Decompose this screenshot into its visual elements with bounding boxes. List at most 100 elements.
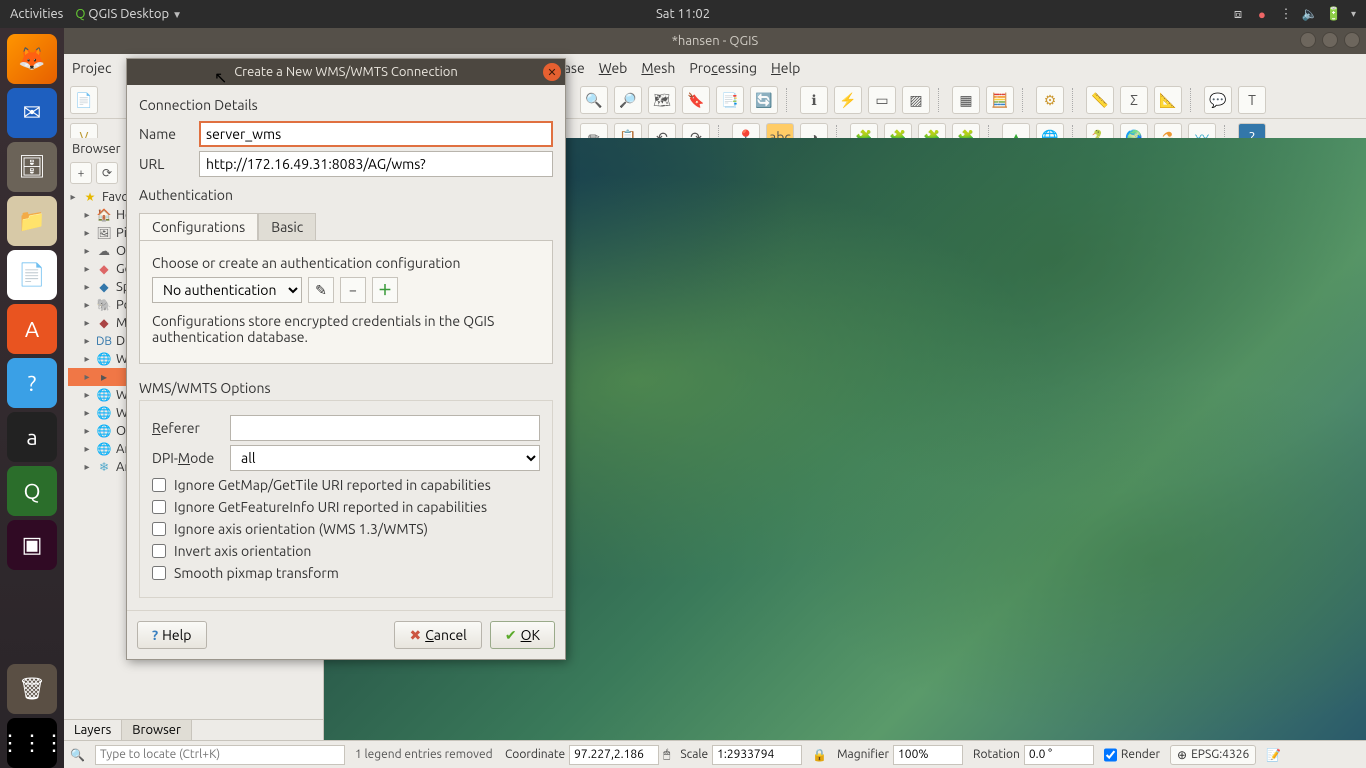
auth-add-button[interactable]: ＋ [372,277,398,303]
ignore-getmap-checkbox[interactable] [152,478,166,492]
window-titlebar: *hansen - QGIS [64,28,1366,54]
dialog-titlebar[interactable]: Create a New WMS/WMTS Connection ✕ [127,59,565,85]
identify-icon[interactable]: ℹ [800,86,828,114]
launcher-help[interactable]: ? [7,358,57,408]
menu-mesh[interactable]: Mesh [641,60,675,76]
wifi-icon[interactable]: ⋮ [1279,7,1293,21]
tab-basic[interactable]: Basic [258,213,316,240]
select-icon[interactable]: ▭ [868,86,896,114]
referer-input[interactable] [230,415,540,441]
ignore-getfeatureinfo-checkbox[interactable] [152,500,166,514]
lock-icon[interactable]: 🔒 [812,748,827,762]
render-checkbox[interactable] [1104,745,1117,765]
launcher-writer[interactable]: 📄 [7,250,57,300]
battery-icon[interactable]: 🔋 [1327,7,1341,21]
crs-button[interactable]: ⊕ EPSG:4326 [1170,745,1256,765]
window-maximize-button[interactable] [1322,32,1338,48]
coordinate-input[interactable] [569,745,659,765]
name-label: Name [139,126,189,142]
menu-web[interactable]: Web [599,60,628,76]
action-icon[interactable]: ⚡ [834,86,862,114]
crs-icon: ⊕ [1177,748,1187,762]
crs-text: EPSG:4326 [1191,748,1249,761]
power-menu-icon[interactable]: ▾ [1351,8,1356,20]
auth-remove-button[interactable]: − [340,277,366,303]
dialog-title: Create a New WMS/WMTS Connection [234,65,458,79]
scale-input[interactable] [712,745,802,765]
ignore-getmap-label: Ignore GetMap/GetTile URI reported in ca… [174,477,491,493]
launcher-amazon[interactable]: a [7,412,57,462]
messages-icon[interactable]: 📝 [1266,748,1281,762]
magnifier-input[interactable] [893,745,963,765]
cancel-button[interactable]: ✖Cancel [394,621,481,649]
wms-connection-dialog: Create a New WMS/WMTS Connection ✕ Conne… [126,58,566,660]
bookmark-show-icon[interactable]: 📑 [716,86,744,114]
locator-input[interactable] [95,745,345,765]
help-button[interactable]: ?Help [137,621,207,649]
zoom-extent-icon[interactable]: 🔍 [580,86,608,114]
appmenu-button[interactable]: Q QGIS Desktop ▼ [75,7,182,21]
tab-configurations[interactable]: Configurations [139,213,258,240]
deselect-icon[interactable]: ▨ [902,86,930,114]
launcher-files[interactable]: 🗄 [7,142,57,192]
launcher-software[interactable]: A [7,304,57,354]
clock[interactable]: Sat 11:02 [656,7,710,21]
refresh-icon[interactable]: 🔄 [750,86,778,114]
invert-axis-checkbox[interactable] [152,544,166,558]
magnifier-label: Magnifier [837,748,889,761]
launcher-terminal[interactable]: ▣ [7,520,57,570]
text-annotation-icon[interactable]: T [1238,86,1266,114]
menu-project[interactable]: Projec [72,60,112,76]
side-panel-tabs: Layers Browser [64,719,323,740]
table-icon[interactable]: ▦ [952,86,980,114]
ok-button[interactable]: ✔OK [490,621,555,649]
url-input[interactable] [199,151,553,177]
ruler-icon[interactable]: 📐 [1154,86,1182,114]
volume-icon[interactable]: 🔈 [1303,7,1317,21]
tab-layers[interactable]: Layers [64,720,122,740]
mouse-icon[interactable]: 🖱 [663,748,670,762]
launcher-dock: 🦊 ✉ 🗄 📁 📄 A ? a Q ▣ 🗑 ⋮⋮⋮ [0,28,64,768]
status-bar: 🔍 1 legend entries removed Coordinate 🖱 … [64,740,1366,768]
wms-options-label: WMS/WMTS Options [139,376,553,400]
system-top-bar: Activities Q QGIS Desktop ▼ Sat 11:02 ⧈ … [0,0,1366,28]
scale-label: Scale [680,748,708,761]
dialog-close-button[interactable]: ✕ [543,63,561,81]
window-close-button[interactable] [1344,32,1360,48]
launcher-apps-grid[interactable]: ⋮⋮⋮ [7,718,57,768]
launcher-qgis[interactable]: Q [7,466,57,516]
rotation-label: Rotation [973,748,1020,761]
launcher-nautilus[interactable]: 📁 [7,196,57,246]
auth-edit-button[interactable]: ✎ [308,277,334,303]
tab-browser[interactable]: Browser [122,720,192,740]
measure-icon[interactable]: 📏 [1086,86,1114,114]
toolbox-icon[interactable]: ⚙ [1036,86,1064,114]
launcher-trash[interactable]: 🗑 [7,664,57,714]
rotation-input[interactable] [1024,745,1094,765]
dpi-mode-select[interactable]: all [230,445,540,471]
new-project-icon[interactable]: 📄 [70,86,98,114]
smooth-pixmap-checkbox[interactable] [152,566,166,580]
render-label: Render [1121,748,1160,761]
stats-icon[interactable]: Σ [1120,86,1148,114]
name-input[interactable] [199,121,553,147]
menu-processing[interactable]: Processing [689,60,757,76]
activities-button[interactable]: Activities [10,7,63,21]
auth-config-select[interactable]: No authentication [152,277,302,303]
refresh-tree-icon[interactable]: ⟳ [96,162,118,184]
add-layer-icon[interactable]: + [70,162,92,184]
menu-help[interactable]: Help [771,60,800,76]
status-dot-icon: ● [1255,7,1269,21]
bookmark-icon[interactable]: 🔖 [682,86,710,114]
zoom-layer-icon[interactable]: 🔎 [614,86,642,114]
launcher-thunderbird[interactable]: ✉ [7,88,57,138]
maptip-icon[interactable]: 💬 [1204,86,1232,114]
new-map-icon[interactable]: 🗺 [648,86,676,114]
coordinate-label: Coordinate [505,748,565,761]
ignore-axis-checkbox[interactable] [152,522,166,536]
ignore-getfeatureinfo-label: Ignore GetFeatureInfo URI reported in ca… [174,499,487,515]
dropbox-icon[interactable]: ⧈ [1231,7,1245,21]
launcher-firefox[interactable]: 🦊 [7,34,57,84]
field-calc-icon[interactable]: 🧮 [986,86,1014,114]
window-minimize-button[interactable] [1300,32,1316,48]
